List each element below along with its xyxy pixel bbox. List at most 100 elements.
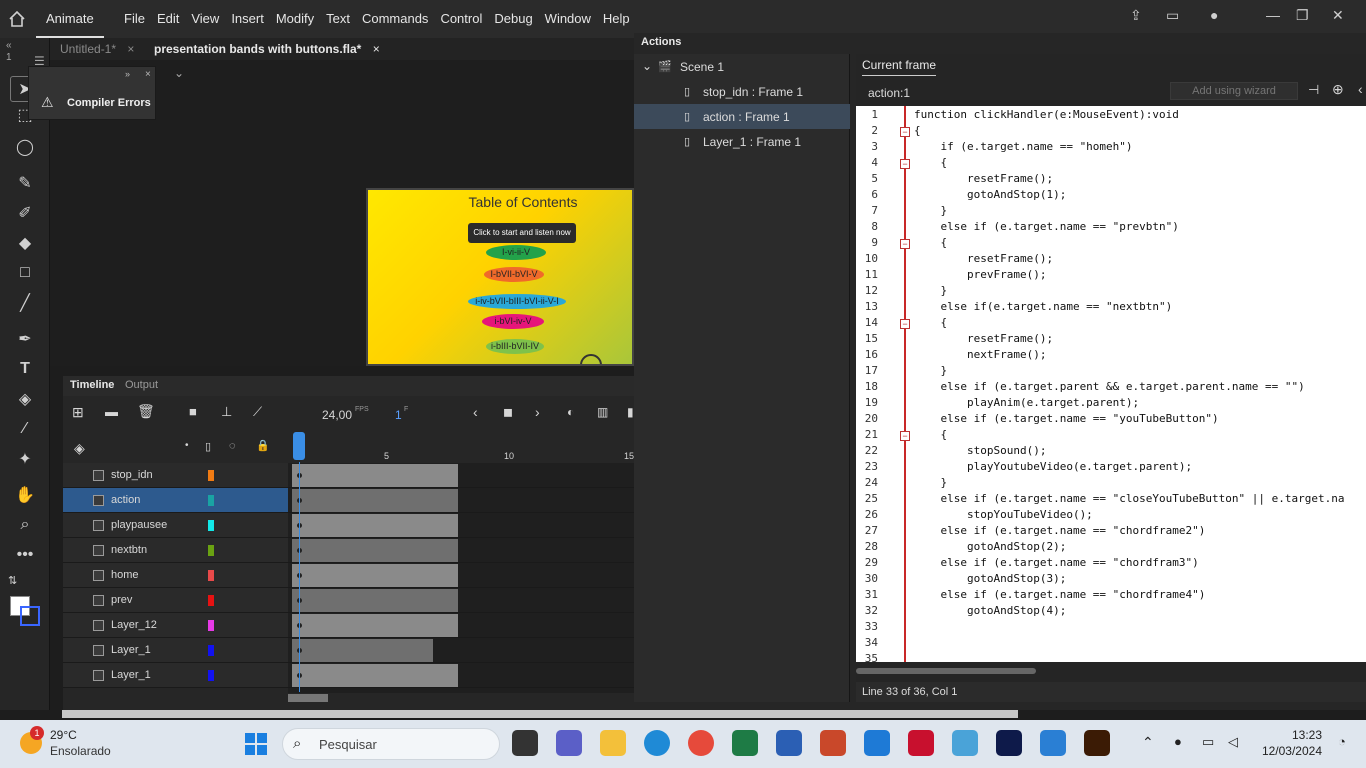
user-icon[interactable]: ● — [1210, 7, 1218, 23]
chevron-down-icon[interactable]: ⌄ — [642, 59, 652, 73]
powerpoint-icon[interactable] — [820, 730, 846, 756]
camera-icon[interactable]: ■ — [189, 404, 197, 419]
clock-date[interactable]: 12/03/2024 — [1254, 744, 1322, 758]
menu-control[interactable]: Control — [434, 0, 488, 38]
menu-window[interactable]: Window — [539, 0, 597, 38]
code-line[interactable]: playAnim(e.target.parent); — [914, 396, 1139, 409]
timeline-scrollbar[interactable] — [288, 694, 328, 702]
animate-app-icon[interactable] — [996, 730, 1022, 756]
layers-icon[interactable]: ◈ — [74, 440, 85, 457]
new-folder-icon[interactable]: ▬ — [105, 404, 118, 419]
layer-row[interactable]: Layer_1 — [63, 663, 288, 688]
tab-current-frame[interactable]: Current frame — [862, 58, 937, 76]
fold-toggle-icon[interactable]: − — [900, 319, 910, 329]
prev-frame-icon[interactable]: ‹ — [473, 404, 478, 420]
weather-desc[interactable]: Ensolarado — [50, 744, 111, 758]
code-line[interactable]: else if (e.target.name == "closeYouTubeB… — [914, 492, 1344, 505]
illustrator-app-icon[interactable] — [1084, 730, 1110, 756]
taskbar-search[interactable]: ⌕ Pesquisar — [282, 728, 500, 760]
notifications-icon[interactable]: ◔ — [1338, 734, 1346, 749]
code-line[interactable]: gotoAndStop(1); — [914, 188, 1066, 201]
layer-color-swatch[interactable] — [208, 520, 214, 531]
layer-row[interactable]: Layer_1 — [63, 638, 288, 663]
code-line[interactable]: playYoutubeVideo(e.target.parent); — [914, 460, 1192, 473]
code-line[interactable]: { — [914, 236, 947, 249]
scene-item[interactable]: ⌄ 🎬 Scene 1 — [634, 54, 850, 79]
code-line[interactable]: if (e.target.name == "homeh") — [914, 140, 1132, 153]
layer-row[interactable]: action — [63, 488, 288, 513]
code-line[interactable]: { — [914, 316, 947, 329]
tab-timeline[interactable]: Timeline — [70, 379, 114, 391]
text-tool-icon[interactable]: T — [10, 356, 40, 382]
playhead[interactable] — [293, 432, 305, 460]
code-line[interactable]: } — [914, 364, 947, 377]
frame-span[interactable] — [292, 564, 459, 587]
code-line[interactable]: else if (e.target.name == "prevbtn") — [914, 220, 1178, 233]
chevron-up-icon[interactable]: ⌃ — [1142, 734, 1154, 751]
menu-debug[interactable]: Debug — [488, 0, 538, 38]
file-explorer-icon[interactable] — [600, 730, 626, 756]
frame-grid[interactable] — [288, 463, 634, 693]
menu-edit[interactable]: Edit — [151, 0, 185, 38]
code-line[interactable]: else if (e.target.name == "chordfram3") — [914, 556, 1198, 569]
code-line[interactable]: else if (e.target.name == "chordframe2") — [914, 524, 1205, 537]
share-icon[interactable]: ⇪ — [1130, 7, 1142, 24]
hide-icon[interactable]: ◌ — [229, 440, 236, 452]
pen-tool-icon[interactable]: ✒ — [10, 326, 40, 352]
home-icon[interactable] — [8, 10, 26, 28]
code-line[interactable]: } — [914, 204, 947, 217]
code-line[interactable]: { — [914, 156, 947, 169]
code-line[interactable]: } — [914, 284, 947, 297]
layer-color-swatch[interactable] — [208, 495, 214, 506]
network-app-icon[interactable] — [952, 730, 978, 756]
chord-pill-button[interactable]: I-vi-ii-V — [486, 245, 546, 260]
layer-color-swatch[interactable] — [208, 645, 214, 656]
code-line[interactable]: gotoAndStop(4); — [914, 604, 1066, 617]
wizard-input[interactable] — [1170, 82, 1298, 100]
task-view-icon[interactable] — [512, 730, 538, 756]
frame-row[interactable] — [288, 488, 634, 513]
next-frame-icon[interactable]: › — [535, 404, 540, 420]
video-app-icon[interactable] — [908, 730, 934, 756]
menu-file[interactable]: File — [118, 0, 151, 38]
clock-time[interactable]: 13:23 — [1262, 728, 1322, 742]
layer-color-swatch[interactable] — [208, 670, 214, 681]
eyedropper-icon[interactable]: ⁄ — [10, 416, 40, 442]
code-line[interactable]: prevFrame(); — [914, 268, 1046, 281]
code-line[interactable]: gotoAndStop(3); — [914, 572, 1066, 585]
chevron-down-icon[interactable]: ⌄ — [174, 66, 184, 80]
weather-temp[interactable]: 29°C — [50, 728, 77, 742]
microphone-icon[interactable]: ● — [1174, 734, 1182, 749]
layer-color-swatch[interactable] — [208, 470, 214, 481]
layer-color-swatch[interactable] — [208, 620, 214, 631]
layer-row[interactable]: Layer_12 — [63, 613, 288, 638]
code-area[interactable]: 1 function clickHandler(e:MouseEvent):voi… — [856, 106, 1366, 662]
frame-span[interactable] — [292, 464, 459, 487]
excel-icon[interactable] — [732, 730, 758, 756]
frame-span[interactable] — [292, 664, 459, 687]
close-tab-icon[interactable]: × — [127, 42, 134, 56]
eraser-tool-icon[interactable]: ◆ — [10, 230, 40, 256]
close-tab-icon[interactable]: × — [373, 42, 380, 56]
fold-toggle-icon[interactable]: − — [900, 239, 910, 249]
window-icon[interactable]: ▭ — [1166, 7, 1179, 24]
chord-pill-button[interactable]: i-bIII-bVII-IV — [486, 339, 544, 354]
layer-row[interactable]: playpausee — [63, 513, 288, 538]
horizontal-scrollbar[interactable] — [62, 710, 1018, 718]
tab-untitled[interactable]: Untitled-1* × — [60, 38, 134, 60]
code-line[interactable]: else if (e.target.name == "youTubeButton… — [914, 412, 1218, 425]
lock-icon[interactable]: 🔒 — [256, 439, 270, 452]
chord-pill-button[interactable]: I-bVII-bVI-V — [484, 267, 544, 282]
fold-toggle-icon[interactable]: − — [900, 431, 910, 441]
collapse-icon[interactable]: » — [125, 69, 130, 79]
code-line[interactable]: } — [914, 476, 947, 489]
chrome-icon[interactable] — [688, 730, 714, 756]
fps-value[interactable]: 24,00 — [322, 408, 352, 422]
frame-row[interactable] — [288, 563, 634, 588]
close-icon[interactable]: ✕ — [1332, 7, 1344, 24]
code-line[interactable]: function clickHandler(e:MouseEvent):void — [914, 108, 1179, 121]
menu-commands[interactable]: Commands — [356, 0, 434, 38]
menu-insert[interactable]: Insert — [225, 0, 270, 38]
windows-start-icon[interactable] — [245, 733, 267, 755]
fold-toggle-icon[interactable]: − — [900, 159, 910, 169]
